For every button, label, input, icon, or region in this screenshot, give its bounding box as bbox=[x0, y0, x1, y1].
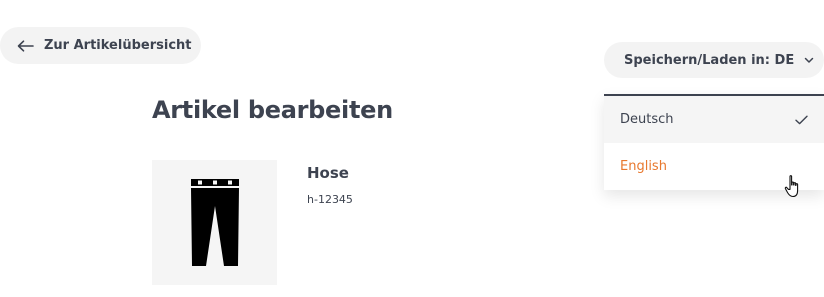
language-option-label: Deutsch bbox=[620, 112, 674, 127]
hand-pointer-icon bbox=[784, 175, 799, 198]
back-to-overview-button[interactable]: Zur Artikelübersicht bbox=[0, 27, 201, 64]
language-selector-label: Speichern/Laden in: DE bbox=[624, 52, 795, 68]
chevron-down-icon bbox=[804, 57, 814, 63]
product-image bbox=[152, 160, 277, 285]
page: Zur Artikelübersicht Artikel bearbeiten … bbox=[0, 0, 824, 297]
product-name: Hose bbox=[307, 164, 349, 182]
back-button-label: Zur Artikelübersicht bbox=[44, 38, 192, 53]
language-selector-button[interactable]: Speichern/Laden in: DE bbox=[604, 42, 824, 78]
checkmark-icon bbox=[795, 115, 808, 124]
language-option-deutsch[interactable]: Deutsch bbox=[604, 96, 824, 143]
page-title: Artikel bearbeiten bbox=[152, 96, 393, 124]
arrow-left-icon bbox=[17, 39, 34, 52]
trousers-icon bbox=[191, 179, 239, 266]
language-option-label: English bbox=[620, 159, 667, 174]
product-sku: h-12345 bbox=[307, 193, 353, 206]
